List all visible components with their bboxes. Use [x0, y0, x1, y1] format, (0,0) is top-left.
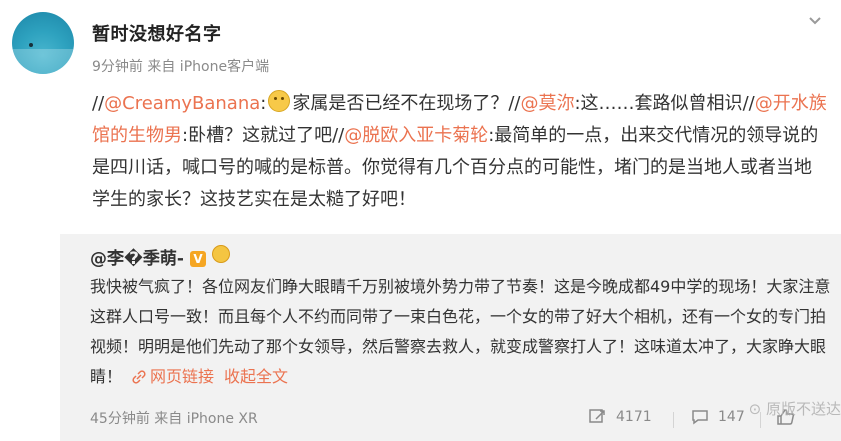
- avatar-sand: [12, 49, 74, 74]
- quoted-username[interactable]: @李�季萌-: [90, 249, 184, 269]
- quoted-footer: 45分钟前 来自 iPhone XR 4171 147: [90, 408, 835, 434]
- thinking-emoji-icon: [268, 90, 291, 112]
- post-text: //@CreamyBanana: 家属是否已经不在现场了？//@莫沵:这……套路似…: [92, 88, 827, 216]
- verified-badge-icon: V: [189, 251, 206, 267]
- repost-separator: //: [92, 93, 105, 114]
- mention-link[interactable]: @莫沵: [520, 93, 574, 114]
- quoted-post: @李�季萌- V 我快被气疯了！各位网友们睁大眼睛千万别被境外势力带了节奏！这是今…: [60, 234, 841, 441]
- mention-link[interactable]: @CreamyBanana: [104, 93, 260, 114]
- avatar-figure: [29, 43, 33, 47]
- post-fragment: 家属是否已经不在现场了？: [292, 93, 509, 114]
- post-fragment: :卧槽？这就过了吧: [182, 125, 333, 146]
- repost-separator: //: [332, 125, 345, 146]
- post-fragment: :这……套路似曾相识: [574, 93, 743, 114]
- mention-link[interactable]: @脱欧入亚卡菊轮: [344, 125, 488, 146]
- medal-icon: [211, 245, 230, 263]
- link-icon: [132, 370, 146, 384]
- post-header: 暂时没想好名字 9分钟前 来自 iPhone客户端: [0, 0, 841, 80]
- comment-button[interactable]: 147: [690, 408, 745, 426]
- divider: [673, 412, 674, 428]
- post-meta: 9分钟前 来自 iPhone客户端: [92, 59, 270, 75]
- quoted-text: 我快被气疯了！各位网友们睁大眼睛千万别被境外势力带了节奏！这是今晚成都49中学的…: [90, 272, 835, 392]
- web-link-label: 网页链接: [150, 367, 215, 386]
- avatar[interactable]: [12, 12, 74, 74]
- comment-icon: [692, 410, 708, 425]
- username[interactable]: 暂时没想好名字: [92, 20, 222, 46]
- repost-icon: [589, 409, 605, 423]
- post-fragment: :: [260, 93, 267, 114]
- web-link[interactable]: 网页链接: [132, 367, 214, 386]
- comment-count: 147: [718, 409, 745, 425]
- repost-button[interactable]: 4171: [588, 408, 652, 426]
- chevron-down-icon[interactable]: [807, 12, 823, 28]
- repost-separator: //: [742, 93, 755, 114]
- quoted-username-row: @李�季萌- V: [90, 244, 230, 269]
- collapse-text-link[interactable]: 收起全文: [224, 367, 288, 386]
- repost-separator: //: [508, 93, 521, 114]
- quoted-meta: 45分钟前 来自 iPhone XR: [90, 411, 258, 427]
- watermark: ⊙ 原版不送达: [748, 400, 841, 418]
- repost-count: 4171: [616, 409, 652, 425]
